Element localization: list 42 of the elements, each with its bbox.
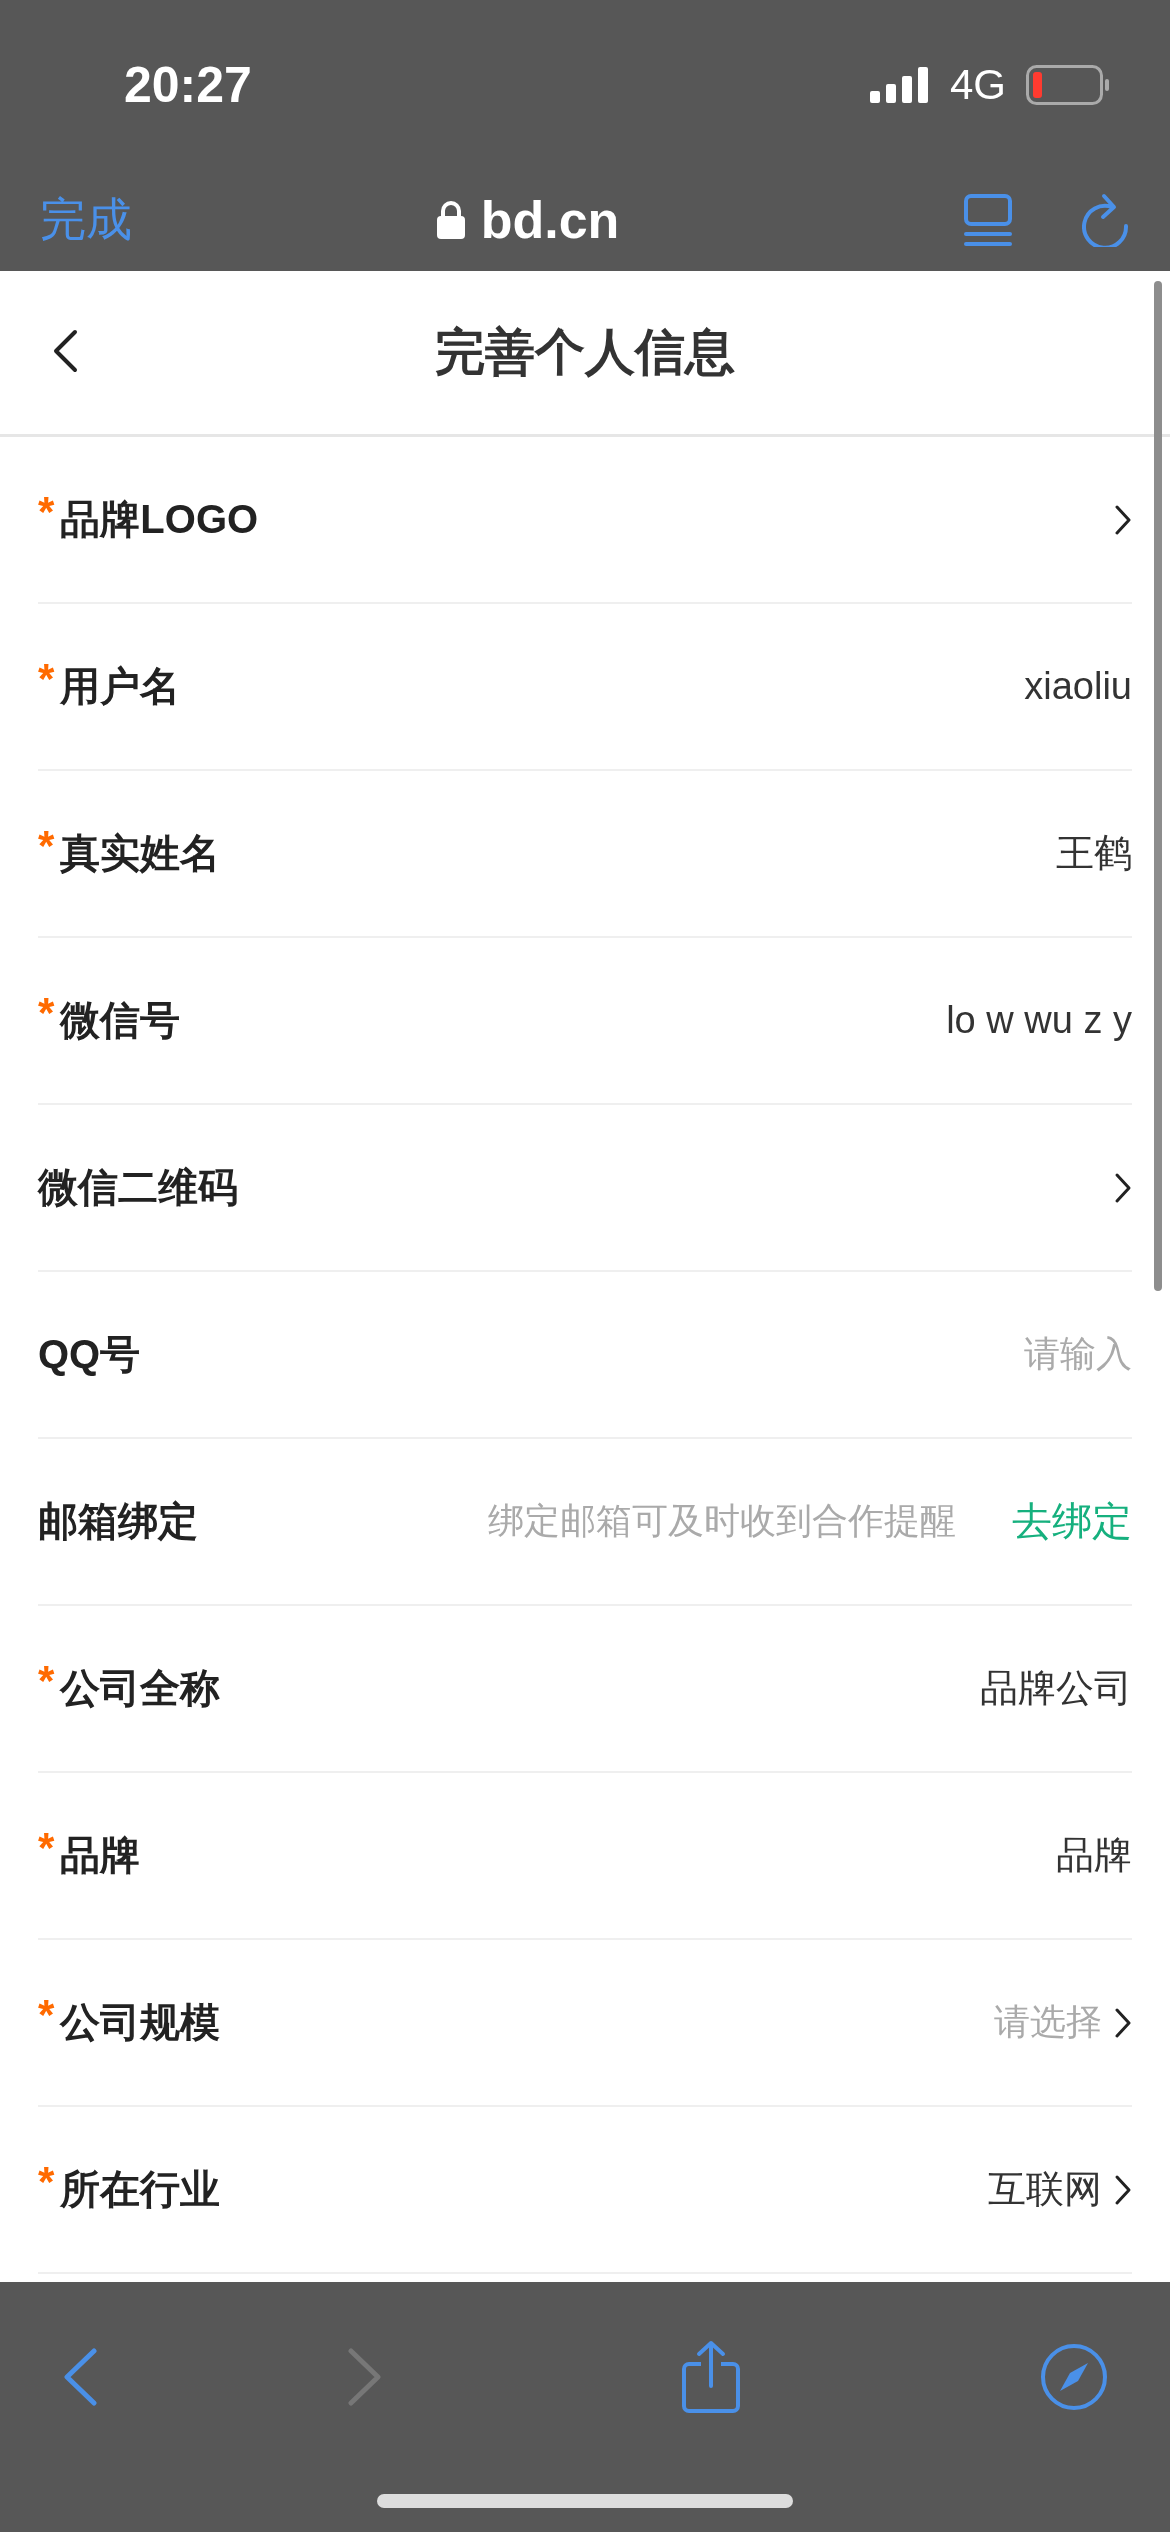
field-value[interactable]: lo w wu z y bbox=[946, 999, 1132, 1042]
reader-icon[interactable] bbox=[964, 194, 1012, 246]
field-value[interactable]: xiaoliu bbox=[1024, 665, 1132, 708]
field-label: 用户名 bbox=[60, 663, 181, 710]
compass-icon[interactable] bbox=[1039, 2343, 1108, 2411]
reload-icon[interactable] bbox=[1082, 193, 1130, 247]
field-value[interactable]: 品牌 bbox=[1056, 1830, 1132, 1881]
field-label: 公司规模 bbox=[60, 1999, 221, 2046]
back-icon[interactable] bbox=[52, 329, 78, 373]
field-value[interactable]: 互联网 bbox=[988, 2164, 1102, 2215]
required-mark: * bbox=[38, 1990, 55, 2039]
field-label: 品牌LOGO bbox=[60, 496, 259, 543]
field-label: 所在行业 bbox=[60, 2166, 221, 2213]
field-label: 微信二维码 bbox=[38, 1164, 238, 1211]
required-mark: * bbox=[38, 2157, 55, 2206]
network-label: 4G bbox=[949, 61, 1006, 109]
required-mark: * bbox=[38, 988, 55, 1037]
field-label: QQ号 bbox=[38, 1331, 141, 1378]
required-mark: * bbox=[38, 1823, 55, 1872]
chevron-icon[interactable] bbox=[1114, 503, 1132, 536]
required-mark: * bbox=[38, 1656, 55, 1705]
signal-icon bbox=[869, 67, 930, 103]
field-label: 微信号 bbox=[60, 997, 181, 1044]
field-label: 真实姓名 bbox=[60, 830, 221, 877]
chevron-icon[interactable] bbox=[1114, 2173, 1132, 2206]
field-value[interactable]: 王鹤 bbox=[1056, 828, 1132, 879]
field-value[interactable]: 品牌公司 bbox=[980, 1663, 1132, 1714]
field-label: 公司全称 bbox=[60, 1665, 221, 1712]
required-mark: * bbox=[38, 654, 55, 703]
battery-icon bbox=[1026, 65, 1110, 105]
field-label: 品牌 bbox=[60, 1832, 141, 1879]
lock-icon bbox=[436, 201, 465, 239]
url-text[interactable]: bd.cn bbox=[480, 190, 620, 250]
forward-icon[interactable] bbox=[346, 2348, 383, 2406]
status-time: 20:27 bbox=[124, 56, 253, 114]
page-title: 完善个人信息 bbox=[435, 323, 735, 382]
share-icon[interactable] bbox=[681, 2340, 742, 2414]
chevron-icon[interactable] bbox=[1114, 2006, 1132, 2039]
required-mark: * bbox=[38, 821, 55, 870]
field-label: 邮箱绑定 bbox=[38, 1498, 198, 1545]
chevron-icon[interactable] bbox=[1114, 1171, 1132, 1204]
required-mark: * bbox=[38, 487, 55, 536]
